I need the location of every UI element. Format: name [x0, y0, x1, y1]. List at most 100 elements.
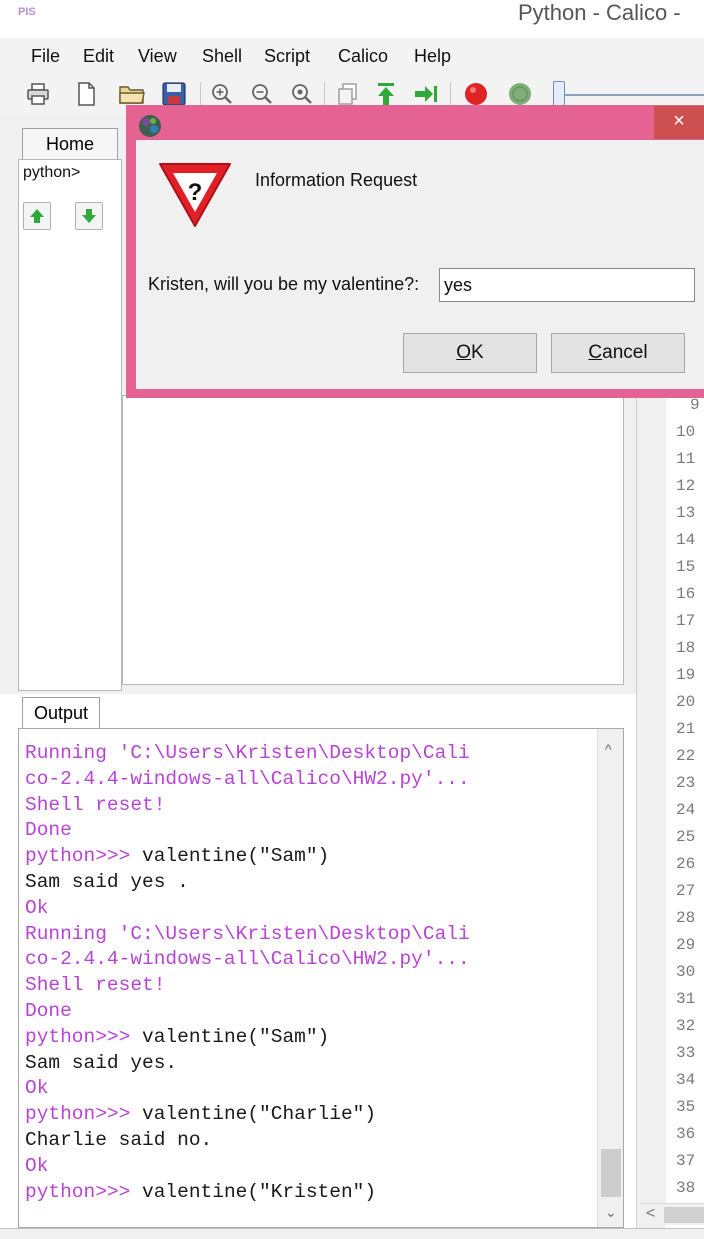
line-number: 12 [676, 477, 696, 495]
output-line: Done [25, 819, 72, 842]
line-number: 36 [676, 1125, 696, 1143]
line-number: 14 [676, 531, 696, 549]
pause-icon[interactable] [506, 80, 534, 108]
editor-horizontal-scrollbar[interactable]: < [640, 1203, 704, 1225]
script-editor-panel[interactable] [122, 395, 624, 685]
stop-icon[interactable] [462, 80, 490, 108]
output-line: Sam said yes . [25, 870, 189, 893]
menu-calico[interactable]: Calico [338, 46, 388, 67]
output-command: valentine("Charlie") [142, 1103, 377, 1126]
information-request-dialog: × ? Information Request Kristen, will yo… [126, 105, 704, 398]
line-number: 37 [676, 1152, 696, 1170]
scrollbar-thumb[interactable] [601, 1149, 621, 1197]
speed-slider-thumb[interactable] [553, 81, 565, 107]
cancel-button[interactable]: Cancel [551, 333, 685, 373]
output-command: valentine("Sam") [142, 1025, 330, 1048]
line-number: 18 [676, 639, 696, 657]
title-bar: PIS Python - Calico - [0, 0, 704, 38]
output-line: Ok [25, 896, 49, 919]
question-warning-icon: ? [159, 163, 231, 227]
arrow-up-icon [30, 209, 44, 223]
app-icon: PIS [18, 6, 36, 18]
menu-script[interactable]: Script [264, 46, 310, 67]
window-title: Python - Calico - [518, 0, 681, 25]
zoom-in-icon[interactable] [208, 80, 236, 108]
line-number: 17 [676, 612, 696, 630]
ok-button[interactable]: OK [403, 333, 537, 373]
status-strip [0, 1228, 704, 1239]
output-line: Shell reset! [25, 793, 166, 816]
scroll-down-icon[interactable]: ⌄ [605, 1204, 617, 1221]
output-command: valentine("Kristen") [142, 1180, 377, 1203]
scrollbar-thumb[interactable] [664, 1207, 704, 1223]
step-icon[interactable] [412, 80, 440, 108]
menu-file[interactable]: File [31, 46, 60, 67]
menu-shell[interactable]: Shell [202, 46, 242, 67]
speed-slider-track [560, 94, 704, 96]
output-line: Charlie said no. [25, 1128, 213, 1151]
output-log: Running 'C:\Users\Kristen\Desktop\Cali co… [25, 741, 470, 1205]
output-line: python>>> valentine("Sam") [25, 1025, 470, 1051]
tab-home[interactable]: Home [22, 128, 118, 160]
output-line: Ok [25, 1154, 49, 1177]
output-prompt: python>>> [25, 1103, 143, 1126]
close-button[interactable]: × [654, 106, 704, 139]
line-number: 15 [676, 558, 696, 576]
line-number: 35 [676, 1098, 696, 1116]
line-number: 21 [676, 720, 696, 738]
line-number: 19 [676, 666, 696, 684]
run-icon[interactable] [372, 80, 400, 108]
scroll-up-icon[interactable]: ^ [605, 741, 612, 757]
output-line: Running 'C:\Users\Kristen\Desktop\Cali [25, 922, 470, 945]
new-file-icon[interactable] [72, 80, 100, 108]
output-line: Ok [25, 1077, 49, 1100]
output-line: python>>> valentine("Kristen") [25, 1180, 470, 1206]
output-line: Shell reset! [25, 974, 166, 997]
output-scrollbar[interactable]: ^ ⌄ [597, 729, 623, 1227]
line-number: 28 [676, 909, 696, 927]
line-number: 23 [676, 774, 696, 792]
toolbar-separator [450, 82, 451, 106]
print-icon[interactable] [24, 80, 52, 108]
open-folder-icon[interactable] [118, 80, 146, 108]
line-number: 16 [676, 585, 696, 603]
toolbar-separator [324, 82, 325, 106]
line-number: 30 [676, 963, 696, 981]
line-number: 33 [676, 1044, 696, 1062]
line-number: 31 [676, 990, 696, 1008]
line-number: 38 [676, 1179, 696, 1197]
line-number: 27 [676, 882, 696, 900]
scroll-left-icon[interactable]: < [646, 1205, 655, 1223]
svg-text:?: ? [188, 179, 203, 206]
output-line: Sam said yes. [25, 1051, 178, 1074]
menu-edit[interactable]: Edit [83, 46, 114, 67]
shell-prompt: python> [23, 164, 81, 181]
line-number: 32 [676, 1017, 696, 1035]
line-number: 26 [676, 855, 696, 873]
dialog-prompt-label: Kristen, will you be my valentine?: [148, 274, 420, 294]
output-prompt: python>>> [25, 845, 143, 868]
line-number: 29 [676, 936, 696, 954]
history-down-button[interactable] [75, 202, 103, 230]
line-number: 13 [676, 504, 696, 522]
dialog-body: ? Information Request Kristen, will you … [136, 140, 704, 389]
tab-output[interactable]: Output [22, 697, 100, 729]
output-line: Running 'C:\Users\Kristen\Desktop\Cali [25, 742, 470, 764]
output-command: valentine("Sam") [142, 845, 330, 868]
line-number: 9 [690, 396, 700, 414]
save-icon[interactable] [160, 80, 188, 108]
menu-view[interactable]: View [138, 46, 177, 67]
history-up-button[interactable] [23, 202, 51, 230]
output-line: python>>> valentine("Sam") [25, 844, 470, 870]
menu-help[interactable]: Help [414, 46, 451, 67]
output-prompt: python>>> [25, 1025, 143, 1048]
line-number: 34 [676, 1071, 696, 1089]
line-number: 11 [676, 450, 696, 468]
zoom-reset-icon[interactable] [288, 80, 316, 108]
output-panel[interactable]: Running 'C:\Users\Kristen\Desktop\Cali co… [18, 728, 624, 1228]
answer-input[interactable] [439, 268, 695, 302]
line-number: 22 [676, 747, 696, 765]
arrow-down-icon [82, 209, 96, 223]
copy-icon[interactable] [334, 80, 362, 108]
zoom-out-icon[interactable] [248, 80, 276, 108]
